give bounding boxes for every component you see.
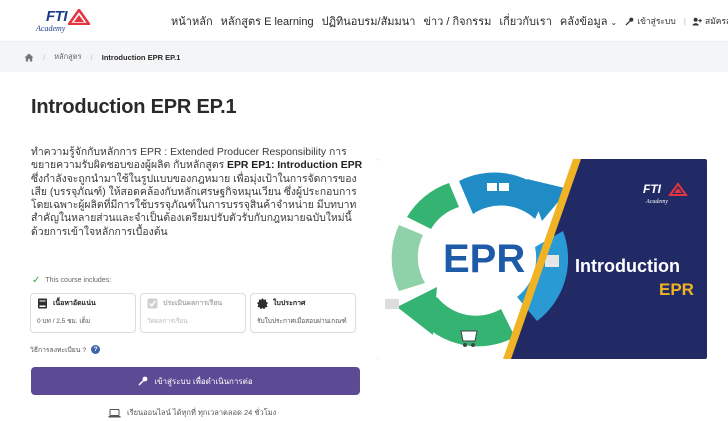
course-description: ทำความรู้จักกับหลักการ EPR : Extended Pr… xyxy=(31,146,364,239)
check-icon: ✓ xyxy=(32,275,41,286)
fti-academy-logo[interactable]: FTI Academy xyxy=(32,8,90,36)
online-learning-note: เรียนออนไลน์ ได้ทุกที่ ทุกเวลาตลอด 24 ชั… xyxy=(108,407,276,419)
breadcrumb-separator: / xyxy=(43,52,46,62)
banner-epr-text: EPR xyxy=(659,280,694,299)
logo-triangle-icon xyxy=(68,9,90,25)
chevron-down-icon: ⌄ xyxy=(610,18,618,27)
feature-card-title: เนื้อหาอัดแน่น xyxy=(53,300,96,307)
feature-cards: เนื้อหาอัดแน่น 0 บท / 2.5 ชม. เต็ม ประเม… xyxy=(30,293,356,333)
feature-card-title: ประเมินผลการเรียน xyxy=(163,300,223,307)
description-body: ซึ่งกำลังจะถูกนำมาใช้ในรูปแบบของกฎหมาย เ… xyxy=(31,173,357,238)
nav-divider: | xyxy=(683,16,687,26)
breadcrumb-bar: / หลักสูตร / Introduction EPR EP.1 xyxy=(0,42,728,72)
login-button-label: เข้าสู่ระบบ เพื่อดำเนินการต่อ xyxy=(154,376,253,386)
banner-artwork: FTI Academy EPR Introduction EPR xyxy=(377,159,694,359)
online-note-text: เรียนออนไลน์ ได้ทุกที่ ทุกเวลาตลอด 24 ชั… xyxy=(127,408,277,417)
course-includes: ✓ This course includes: xyxy=(32,275,111,286)
banner-brand-sub: Academy xyxy=(645,199,668,205)
nav-login[interactable]: เข้าสู่ระบบ xyxy=(625,14,676,28)
nav-about[interactable]: เกี่ยวกับเรา xyxy=(499,12,552,30)
nav-register-label: สมัครสมาชิก xyxy=(705,16,728,26)
login-to-continue-button[interactable]: เข้าสู่ระบบ เพื่อดำเนินการต่อ xyxy=(31,367,360,395)
laptop-icon xyxy=(108,408,121,417)
feature-card-subtitle: วัดผลการเรียน xyxy=(147,318,188,325)
feature-card-title: ใบประกาศ xyxy=(273,300,306,307)
nav-library[interactable]: คลังข้อมูล ⌄ xyxy=(560,12,617,30)
course-banner-image: FTI Academy EPR Introduction EPR xyxy=(377,159,707,359)
breadcrumb-current: Introduction EPR EP.1 xyxy=(101,52,181,62)
breadcrumb-courses[interactable]: หลักสูตร xyxy=(54,51,82,63)
checkbox-icon xyxy=(147,298,158,309)
nav-courses[interactable]: หลักสูตร E learning xyxy=(221,12,314,30)
nav-calendar[interactable]: ปฏิทินอบรม/สัมมนา xyxy=(322,12,416,30)
badge-icon xyxy=(257,298,268,309)
nav-library-label: คลังข้อมูล xyxy=(559,16,608,28)
includes-label: This course includes: xyxy=(45,277,112,284)
main-nav: หน้าหลัก หลักสูตร E learning ปฏิทินอบรม/… xyxy=(171,12,728,30)
banner-brand: FTI xyxy=(643,182,662,196)
registration-help-label: วิธีการลงทะเบียน ? xyxy=(30,347,87,354)
banner-intro-text: Introduction xyxy=(575,256,680,276)
top-navbar: FTI Academy หน้าหลัก หลักสูตร E learning… xyxy=(0,0,728,42)
feature-card-subtitle: รับใบประกาศเมื่อสอบผ่านเกณฑ์ xyxy=(257,318,347,325)
page-title: Introduction EPR EP.1 xyxy=(31,96,237,118)
nav-home[interactable]: หน้าหลัก xyxy=(171,12,213,30)
breadcrumb-separator: / xyxy=(90,52,93,62)
key-icon xyxy=(625,17,634,26)
logo-sub-text: Academy xyxy=(36,24,66,33)
nav-login-label: เข้าสู่ระบบ xyxy=(637,16,676,26)
nav-register[interactable]: สมัครสมาชิก xyxy=(692,14,728,28)
home-icon[interactable] xyxy=(24,53,34,62)
key-icon xyxy=(138,376,148,386)
feature-card-subtitle: 0 บท / 2.5 ชม. เต็ม xyxy=(37,318,91,325)
banner-big-epr: EPR xyxy=(443,237,525,281)
user-plus-icon xyxy=(692,17,702,26)
registration-help[interactable]: วิธีการลงทะเบียน ? ? xyxy=(30,344,101,355)
feature-card-assessment: ประเมินผลการเรียน วัดผลการเรียน xyxy=(140,293,246,333)
breadcrumb: / หลักสูตร / Introduction EPR EP.1 xyxy=(24,51,180,63)
feature-card-content: เนื้อหาอัดแน่น 0 บท / 2.5 ชม. เต็ม xyxy=(30,293,136,333)
book-icon xyxy=(38,298,47,309)
help-icon[interactable]: ? xyxy=(91,345,101,354)
nav-news[interactable]: ข่าว / กิจกรรม xyxy=(423,12,491,30)
description-course-name: EPR EP1: Introduction EPR xyxy=(227,160,363,172)
logo-brand-text: FTI xyxy=(46,8,68,25)
feature-card-certificate: ใบประกาศ รับใบประกาศเมื่อสอบผ่านเกณฑ์ xyxy=(250,293,356,333)
